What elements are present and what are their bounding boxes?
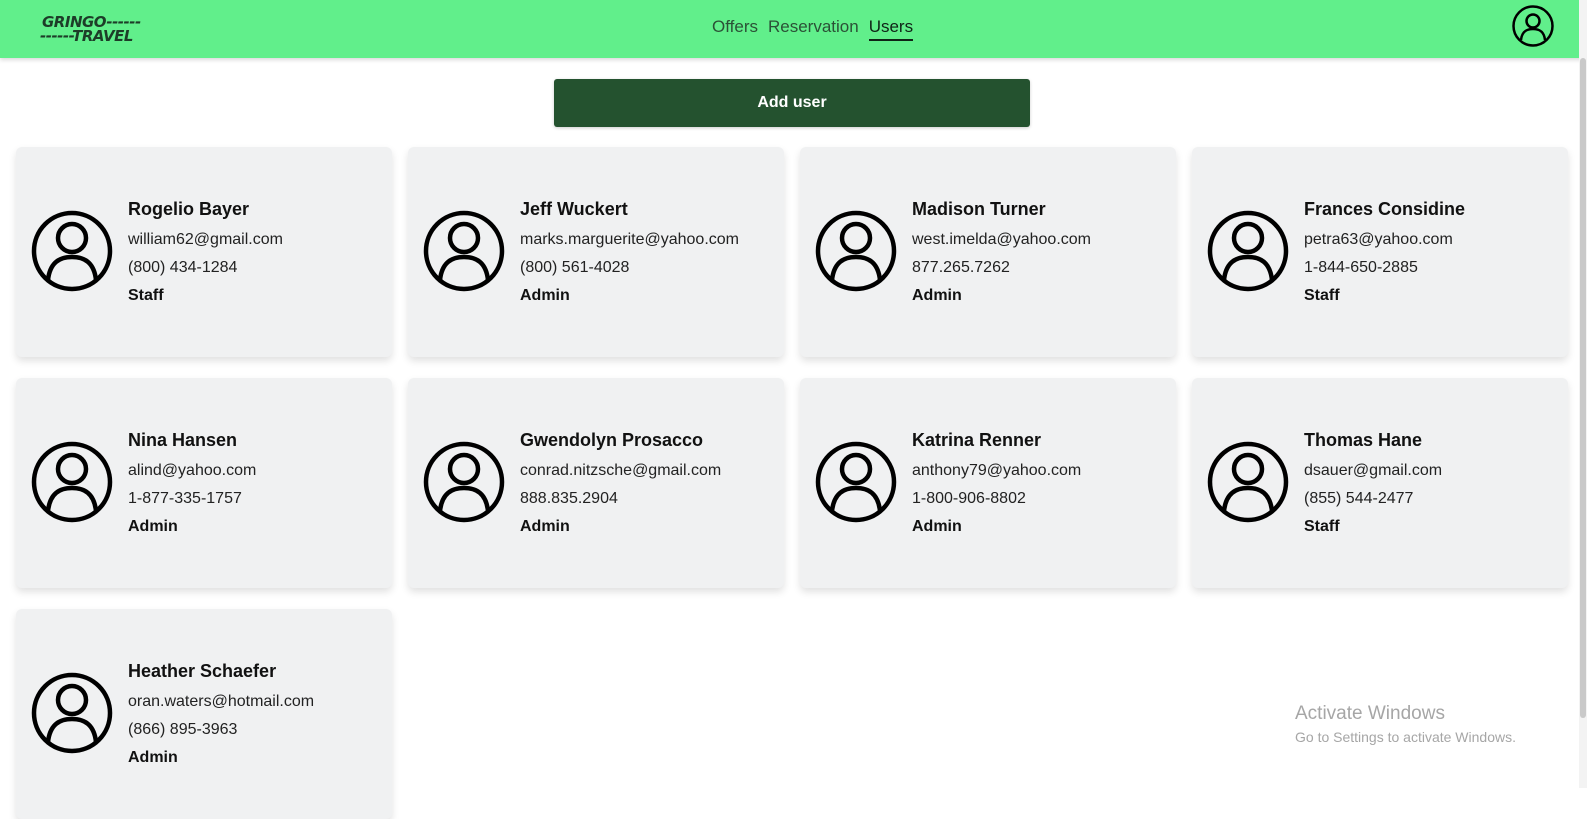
user-email: anthony79@yahoo.com	[912, 462, 1082, 479]
user-role: Admin	[520, 518, 570, 535]
user-avatar-icon	[423, 210, 505, 292]
user-name: Nina Hansen	[128, 430, 238, 450]
user-avatar-icon	[423, 441, 505, 523]
nav-users[interactable]: Users	[868, 17, 914, 41]
user-card[interactable]: Rogelio Bayer william62@gmail.com (800) 43…	[16, 147, 392, 357]
user-role: Staff	[128, 287, 164, 304]
user-name: Jeff Wuckert	[520, 199, 628, 219]
user-card[interactable]: Frances Considine petra63@yahoo.com 1-844-…	[1192, 147, 1568, 357]
user-email: alind@yahoo.com	[128, 462, 257, 479]
user-name: Heather Schaefer	[128, 661, 277, 681]
user-role: Staff	[1304, 518, 1340, 535]
user-email: oran.waters@hotmail.com	[128, 693, 315, 710]
nav-offers[interactable]: Offers	[712, 17, 758, 41]
main-nav: Offers Reservation Users	[712, 17, 914, 41]
user-email: petra63@yahoo.com	[1304, 231, 1453, 248]
logo-text-bottom: ------TRAVEL	[40, 27, 133, 45]
user-phone: (800) 561-4028	[520, 259, 630, 276]
user-phone: (855) 544-2477	[1304, 490, 1414, 507]
user-email: conrad.nitzsche@gmail.com	[520, 462, 722, 479]
user-role: Admin	[912, 287, 962, 304]
user-name: Rogelio Bayer	[128, 199, 250, 219]
user-avatar-icon	[31, 210, 113, 292]
scrollbar-thumb[interactable]	[1580, 58, 1586, 718]
user-role: Staff	[1304, 287, 1340, 304]
user-card[interactable]: Katrina Renner anthony79@yahoo.com 1-800-9…	[800, 378, 1176, 588]
user-card[interactable]: Jeff Wuckert marks.marguerite@yahoo.com (8…	[408, 147, 784, 357]
watermark-title: Activate Windows	[1295, 703, 1445, 724]
user-card[interactable]: Nina Hansen alind@yahoo.com 1-877-335-1757…	[16, 378, 392, 588]
user-phone: 1-844-650-2885	[1304, 259, 1418, 276]
top-navbar: GRINGO------ ------TRAVEL Offers Reserva…	[0, 0, 1587, 58]
user-phone: 1-800-906-8802	[912, 490, 1026, 507]
user-card[interactable]: Madison Turner west.imelda@yahoo.com 877.2…	[800, 147, 1176, 357]
user-avatar-icon	[815, 441, 897, 523]
user-avatar-icon	[1207, 210, 1289, 292]
user-card[interactable]: Gwendolyn Prosacco conrad.nitzsche@gmail.…	[408, 378, 784, 588]
nav-reservation[interactable]: Reservation	[768, 17, 859, 41]
user-role: Admin	[128, 749, 178, 766]
user-role: Admin	[128, 518, 178, 535]
user-avatar-icon	[31, 441, 113, 523]
user-name: Thomas Hane	[1304, 430, 1423, 450]
user-role: Admin	[520, 287, 570, 304]
windows-activation-watermark: Activate Windows Go to Settings to activ…	[1295, 703, 1516, 745]
user-phone: 1-877-335-1757	[128, 490, 242, 507]
watermark-subtitle: Go to Settings to activate Windows.	[1295, 729, 1516, 745]
user-card[interactable]: Thomas Hane dsauer@gmail.com (855) 544-247…	[1192, 378, 1568, 588]
add-user-button[interactable]: Add user	[554, 79, 1030, 127]
user-email: william62@gmail.com	[128, 231, 283, 248]
user-avatar-icon	[815, 210, 897, 292]
user-email: west.imelda@yahoo.com	[912, 231, 1091, 248]
user-name: Frances Considine	[1304, 199, 1466, 219]
user-name: Gwendolyn Prosacco	[520, 430, 704, 450]
user-name: Katrina Renner	[912, 430, 1042, 450]
user-avatar-icon	[31, 672, 113, 754]
user-name: Madison Turner	[912, 199, 1046, 219]
user-phone: 877.265.7262	[912, 259, 1010, 276]
user-email: marks.marguerite@yahoo.com	[520, 231, 739, 248]
gringo-travel-logo[interactable]: GRINGO------ ------TRAVEL	[40, 13, 144, 45]
user-avatar-icon	[1207, 441, 1289, 523]
user-phone: (800) 434-1284	[128, 259, 238, 276]
user-circle-icon[interactable]	[1512, 5, 1554, 47]
user-phone: (866) 895-3963	[128, 721, 238, 738]
user-phone: 888.835.2904	[520, 490, 618, 507]
user-role: Admin	[912, 518, 962, 535]
user-email: dsauer@gmail.com	[1304, 462, 1443, 479]
